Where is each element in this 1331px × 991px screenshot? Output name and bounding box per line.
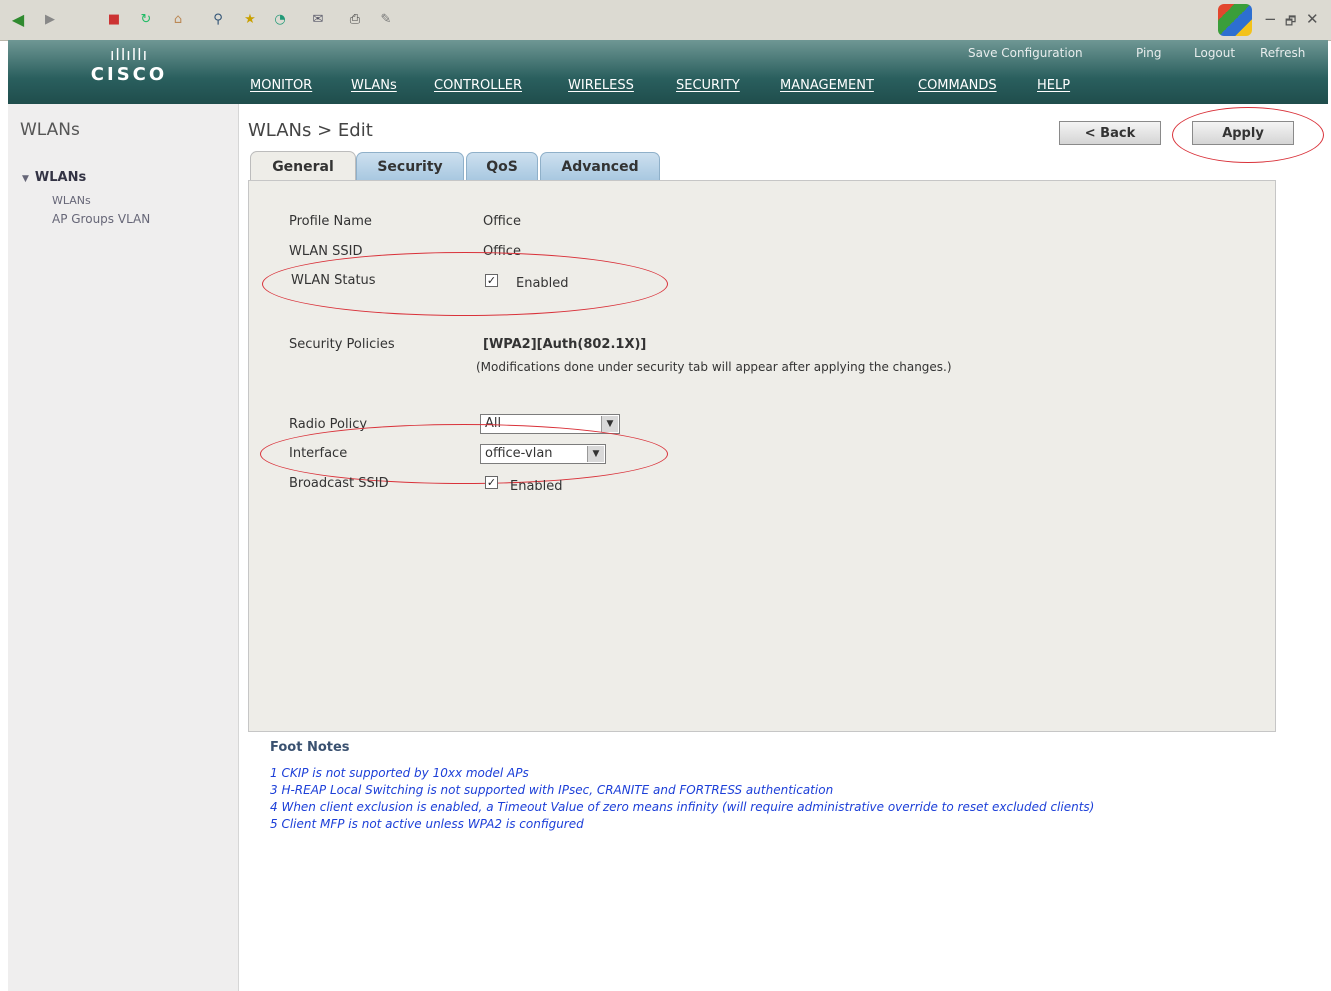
app-header: ıllıllı CISCO Save Configuration Ping Lo… [8,40,1328,104]
sidebar-item-wlans[interactable]: WLANs [52,194,91,207]
profile-name-value: Office [483,214,521,229]
profile-name-label: Profile Name [289,214,372,229]
refresh-icon[interactable]: ↻ [136,9,156,29]
browser-toolbar: ◀ ▶ ■ ↻ ⌂ ⚲ ★ ◔ ✉ ⎙ ✎ − 🗗 ✕ [0,0,1331,41]
save-configuration-link[interactable]: Save Configuration [968,46,1083,60]
nav-controller[interactable]: CONTROLLER [434,78,522,93]
sidebar-item-ap-groups-vlan[interactable]: AP Groups VLAN [52,212,150,226]
ping-link[interactable]: Ping [1136,46,1162,60]
minimize-icon[interactable]: − [1264,10,1277,28]
nav-security[interactable]: SECURITY [676,78,740,93]
footnote-item: 4 When client exclusion is enabled, a Ti… [270,800,1095,814]
search-icon[interactable]: ⚲ [208,9,228,29]
triangle-down-icon: ▼ [22,174,29,184]
windows-logo-icon [1218,4,1252,36]
forward-icon[interactable]: ▶ [40,9,60,29]
apply-annotation-ellipse [1172,107,1324,163]
nav-wireless[interactable]: WIRELESS [568,78,634,93]
chevron-down-icon[interactable]: ▼ [601,416,618,432]
favorites-icon[interactable]: ★ [240,9,260,29]
tab-advanced[interactable]: Advanced [540,152,660,181]
security-policies-value: [WPA2][Auth(802.1X)] [483,337,647,352]
back-icon[interactable]: ◀ [8,9,28,29]
tab-general[interactable]: General [250,151,356,182]
cisco-bars-icon: ıllıllı [109,45,149,64]
edit-icon[interactable]: ✎ [376,9,396,29]
stop-icon[interactable]: ■ [104,9,124,29]
back-button[interactable]: < Back [1059,121,1161,145]
home-icon[interactable]: ⌂ [168,9,188,29]
footnote-item: 5 Client MFP is not active unless WPA2 i… [270,817,584,831]
mail-icon[interactable]: ✉ [308,9,328,29]
nav-monitor[interactable]: MONITOR [250,78,312,93]
tab-qos[interactable]: QoS [466,152,538,181]
tab-security[interactable]: Security [356,152,464,181]
restore-icon[interactable]: 🗗 [1285,12,1296,33]
security-policies-note: (Modifications done under security tab w… [476,360,952,374]
refresh-link[interactable]: Refresh [1260,46,1305,60]
interface-annotation-ellipse [260,424,668,484]
nav-commands[interactable]: COMMANDS [918,78,997,93]
footnote-item: 1 CKIP is not supported by 10xx model AP… [270,766,529,780]
nav-help[interactable]: HELP [1037,78,1070,93]
footnotes-title: Foot Notes [270,740,350,755]
wlan-status-annotation-ellipse [262,252,668,316]
broadcast-ssid-enabled-text: Enabled [510,479,563,494]
nav-management[interactable]: MANAGEMENT [780,78,874,93]
sidebar-tree-wlans[interactable]: ▼ WLANs [22,170,86,185]
print-icon[interactable]: ⎙ [345,9,365,29]
logout-link[interactable]: Logout [1194,46,1235,60]
history-icon[interactable]: ◔ [270,9,290,29]
sidebar-title: WLANs [20,120,80,140]
page-title: WLANs > Edit [248,120,373,141]
footnote-item: 3 H-REAP Local Switching is not supporte… [270,783,834,797]
broadcast-ssid-label: Broadcast SSID [289,476,389,491]
close-icon[interactable]: ✕ [1306,10,1319,28]
cisco-logo: ıllıllı CISCO [74,46,184,86]
broadcast-ssid-checkbox[interactable]: ✓ [485,476,498,489]
sidebar: WLANs ▼ WLANs WLANs AP Groups VLAN [8,104,239,991]
nav-wlans[interactable]: WLANs [351,78,397,93]
security-policies-label: Security Policies [289,337,395,352]
